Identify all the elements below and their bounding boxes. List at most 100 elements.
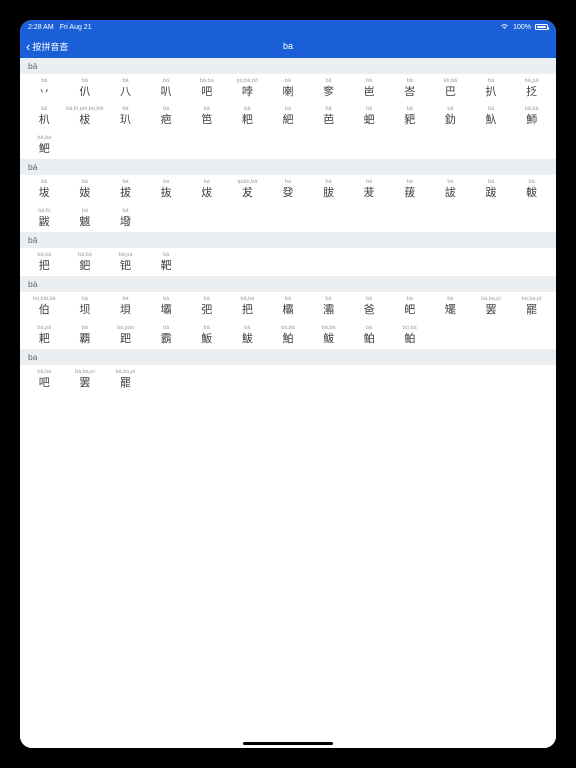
cell-pinyin: kè,bā [444,78,457,85]
character-cell[interactable]: bā奓 [308,74,349,102]
character-cell[interactable]: bá,fú鼥 [24,204,65,232]
character-cell[interactable]: bà魬 [186,321,227,349]
character-cell[interactable]: bā,ba吧 [186,74,227,102]
character-cell[interactable]: bā仈 [65,74,106,102]
character-cell[interactable]: bā丷 [24,74,65,102]
cell-pinyin: bà [204,296,210,303]
content-scroll[interactable]: bābā丷bā仈bā八bā叭bā,ba吧pò,bā,bō哱bā喇bā奓bā岜bā… [20,58,556,748]
cell-pinyin: bà [82,296,88,303]
character-cell[interactable]: bā喇 [268,74,309,102]
character-cell[interactable]: bā,bà鲃 [24,131,65,159]
character-cell[interactable]: bá茇 [349,175,390,203]
cell-character: 魬 [201,332,212,347]
cell-character: 奓 [323,85,334,100]
character-cell[interactable]: bā,fú,pèi,bō,biē柭 [65,102,106,130]
cell-character: 豝 [404,113,415,128]
character-cell[interactable]: bà覇 [65,321,106,349]
character-cell[interactable]: bà欛 [268,292,309,320]
cell-character: 哱 [242,85,253,100]
cell-pinyin: bā [407,106,413,113]
character-cell[interactable]: bá墢 [105,204,146,232]
character-cell[interactable]: kè,bā巴 [430,74,471,102]
character-cell[interactable]: bá癹 [268,175,309,203]
character-cell[interactable]: bā峇 [389,74,430,102]
character-cell[interactable]: bà,pá耙 [24,321,65,349]
character-cell[interactable]: pò,bā,bō哱 [227,74,268,102]
character-cell[interactable]: bà,bà鮊 [268,321,309,349]
character-cell[interactable]: bǎ,pá钯 [105,248,146,276]
character-cell[interactable]: bà皅 [389,292,430,320]
character-cell[interactable]: bā釛 [430,102,471,130]
character-cell[interactable]: bà爸 [349,292,390,320]
cell-character: 巴 [445,85,456,100]
character-cell[interactable]: bà矲 [430,292,471,320]
character-cell[interactable]: bā,bà魳 [511,102,552,130]
character-row: bà,pá耙bà覇bà,pào跁bà霸bà魬bà鮁bà,bà鮊bà,bà鲅bà鲌… [20,321,556,349]
character-cell[interactable]: bā,ào捌 [552,74,556,102]
character-cell[interactable]: bā紦 [268,102,309,130]
character-cell[interactable]: bà弝 [186,292,227,320]
character-cell[interactable]: bá菝 [389,175,430,203]
character-cell[interactable]: bā,pá抸 [511,74,552,102]
cell-character: 矲 [445,303,456,318]
character-cell[interactable]: bā蚆 [349,102,390,130]
character-cell[interactable]: bà,pào跁 [105,321,146,349]
character-cell[interactable]: bā朳 [24,102,65,130]
character-cell[interactable]: bá跋 [471,175,512,203]
cell-character: 丷 [39,85,50,100]
cell-character: 菝 [404,186,415,201]
character-cell[interactable]: bà,bà鲅 [308,321,349,349]
character-cell[interactable]: bā魞 [471,102,512,130]
character-cell[interactable]: bà坝 [65,292,106,320]
character-row: bā丷bā仈bā八bā叭bā,ba吧pò,bā,bō哱bā喇bā奓bā岜bā峇k… [20,74,556,102]
character-cell[interactable]: bā笆 [186,102,227,130]
character-cell[interactable]: bǎ,bà把 [24,248,65,276]
character-cell[interactable]: bà灞 [308,292,349,320]
cell-pinyin: bà [163,325,169,332]
character-cell[interactable]: bà鮁 [227,321,268,349]
cell-character: 扒 [486,85,497,100]
character-cell[interactable]: bā八 [105,74,146,102]
character-cell[interactable]: bā粑 [227,102,268,130]
back-button[interactable]: ‹ 按拼音查 [20,40,68,53]
character-cell[interactable]: bà,ba,pí罢 [65,365,106,393]
character-cell[interactable]: bà,ba,pí罷 [105,365,146,393]
character-cell[interactable]: bǎ,bà鈀 [65,248,106,276]
character-cell[interactable]: bá坺 [24,175,65,203]
character-cell[interactable]: bà,ba,pí罷 [511,292,552,320]
character-cell[interactable]: bā叭 [146,74,187,102]
character-cell[interactable]: bǎ靶 [146,248,187,276]
character-cell[interactable]: bà霸 [146,321,187,349]
wifi-icon [500,23,509,32]
character-cell[interactable]: bá軷 [511,175,552,203]
character-cell[interactable]: bà垻 [105,292,146,320]
character-cell[interactable]: bà壩 [146,292,187,320]
character-cell[interactable]: bá拔 [105,175,146,203]
home-indicator[interactable] [243,742,333,745]
character-cell[interactable]: bá魃 [65,204,106,232]
character-cell[interactable]: bà鲌 [349,321,390,349]
character-cell[interactable]: bá妭 [65,175,106,203]
character-cell[interactable]: bó,bà鲌 [389,321,430,349]
character-cell[interactable]: quǎn,bá犮 [227,175,268,203]
character-cell[interactable]: bǎ,bà把 [227,292,268,320]
cell-character: 把 [242,303,253,318]
character-cell[interactable]: bó,bǎi,bà伯 [24,292,65,320]
character-cell[interactable]: bā芭 [308,102,349,130]
character-cell[interactable]: bā玐 [105,102,146,130]
character-cell[interactable]: bā豝 [389,102,430,130]
cell-character: 墢 [120,215,131,230]
cell-character: 钯 [120,259,131,274]
character-cell[interactable]: bá炦 [186,175,227,203]
battery-icon [535,24,548,30]
cell-pinyin: bǎ,bà [240,296,254,303]
character-cell[interactable]: bā,ba吧 [24,365,65,393]
character-cell[interactable]: bá詙 [430,175,471,203]
character-cell[interactable]: bā疤 [146,102,187,130]
character-cell[interactable]: bá抜 [146,175,187,203]
status-bar: 2:28 AM Fri Aug 21 100% [20,20,556,34]
character-cell[interactable]: bā岜 [349,74,390,102]
character-cell[interactable]: bà,ba,pí罢 [471,292,512,320]
character-cell[interactable]: bá胈 [308,175,349,203]
character-cell[interactable]: bā扒 [471,74,512,102]
